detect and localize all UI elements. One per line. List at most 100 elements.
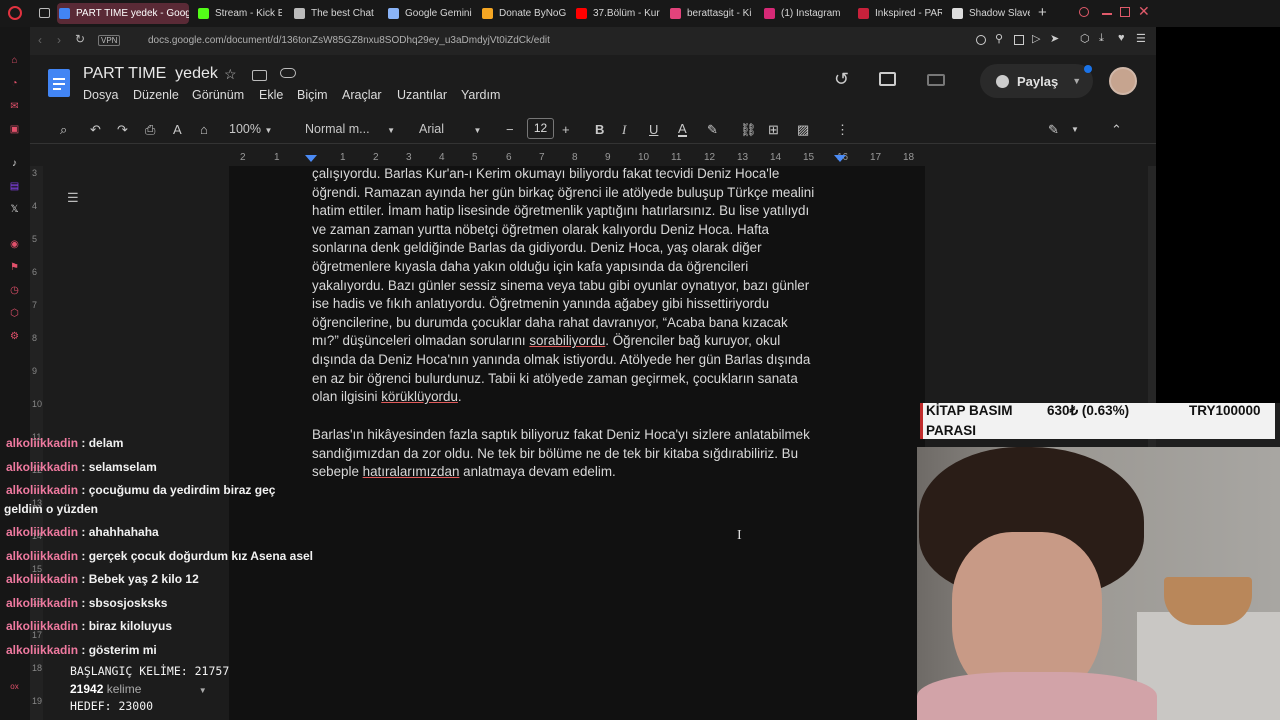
menu-item[interactable]: Uzantılar	[397, 88, 447, 102]
browser-tab[interactable]: Inkspired - PAR	[856, 3, 942, 24]
heart-icon[interactable]: ♥	[1118, 32, 1125, 44]
zoom-select[interactable]: 100% ▼	[229, 122, 272, 136]
collapse-menus-icon[interactable]: ⌃	[1111, 122, 1122, 138]
share-button[interactable]: Paylaş ▼	[980, 64, 1093, 98]
chevron-down-icon[interactable]: ▼	[1071, 125, 1079, 134]
comments-icon[interactable]	[879, 72, 896, 86]
chat-username[interactable]: alkoliikkadin	[6, 619, 78, 633]
undo-icon[interactable]: ↶	[90, 122, 101, 138]
extensions-icon[interactable]: ⬡	[8, 307, 21, 320]
reload-icon[interactable]: ↻	[75, 32, 85, 46]
document-title[interactable]: PART TIME yedek	[83, 65, 218, 83]
chat-username[interactable]: alkoliikkadin	[6, 596, 78, 610]
menu-item[interactable]: Yardım	[461, 88, 500, 102]
font-select[interactable]: Arial ▼	[419, 122, 481, 136]
docs-logo-icon[interactable]	[48, 69, 70, 97]
settings-icon[interactable]: ⚙	[8, 330, 21, 343]
editing-mode-icon[interactable]: ✎	[1048, 122, 1059, 138]
move-folder-icon[interactable]	[252, 70, 267, 81]
bold-icon[interactable]: B	[595, 122, 604, 137]
current-word-count[interactable]: 21942 kelime ▼	[70, 682, 229, 699]
more-icon[interactable]: ox	[8, 680, 21, 693]
increase-font-size-icon[interactable]: +	[562, 122, 570, 137]
menu-icon[interactable]: ☰	[1136, 32, 1146, 45]
paint-format-icon[interactable]: ⌂	[200, 122, 208, 137]
play-icon[interactable]: ▷	[1032, 32, 1040, 45]
search-menus-icon[interactable]: ⌕	[60, 122, 67, 138]
add-comment-icon[interactable]: ⊞	[768, 122, 779, 138]
menu-item[interactable]: Ekle	[259, 88, 283, 102]
version-history-icon[interactable]: ↺	[834, 69, 849, 90]
menu-item[interactable]: Biçim	[297, 88, 328, 102]
outline-icon[interactable]: ☰	[67, 190, 79, 206]
decrease-font-size-icon[interactable]: −	[506, 122, 514, 137]
redo-icon[interactable]: ↷	[117, 122, 128, 138]
menu-item[interactable]: Dosya	[83, 88, 118, 102]
browser-tab[interactable]: berattasgit - Ki	[668, 3, 754, 24]
browser-tab[interactable]: Shadow Slave	[950, 3, 1030, 24]
avatar[interactable]	[1109, 67, 1137, 95]
browser-tab[interactable]: Stream - Kick E	[196, 3, 282, 24]
browser-tab[interactable]: Google Gemini	[386, 3, 474, 24]
chat-username[interactable]: alkoliikkadin	[6, 436, 78, 450]
insert-image-icon[interactable]: ▨	[797, 122, 809, 138]
right-indent-marker[interactable]	[834, 155, 846, 162]
zoom-icon[interactable]	[976, 35, 986, 45]
opera-logo-icon[interactable]	[8, 6, 22, 20]
text-color-icon[interactable]: A	[678, 122, 687, 137]
chat-username[interactable]: alkoliikkadin	[6, 549, 78, 563]
spellcheck-icon[interactable]: A	[173, 122, 182, 137]
forward-icon[interactable]: ›	[57, 33, 61, 47]
browser-tab[interactable]: PART TIME yedek - Goog	[57, 3, 189, 24]
menu-item[interactable]: Görünüm	[192, 88, 244, 102]
tiktok-icon[interactable]: ♪	[8, 157, 21, 170]
download-icon[interactable]: ⤓	[1099, 32, 1104, 45]
x-icon[interactable]: 𝕏	[8, 203, 21, 216]
more-options-icon[interactable]: ⋮	[836, 122, 849, 138]
left-indent-marker[interactable]	[305, 155, 317, 162]
chat-username[interactable]: alkoliikkadin	[6, 483, 78, 497]
snapshot-icon[interactable]	[1014, 35, 1024, 45]
spelling-error[interactable]: hatıralarımızdan	[363, 464, 460, 479]
wallet-icon[interactable]: ▣	[8, 123, 21, 136]
chat-username[interactable]: alkoliikkadin	[6, 572, 78, 586]
highlight-icon[interactable]: ✎	[707, 122, 718, 138]
twitch-icon[interactable]: ▤	[8, 180, 21, 193]
style-select[interactable]: Normal m... ▼	[305, 122, 395, 136]
url-text[interactable]: docs.google.com/document/d/136tonZsW85GZ…	[148, 35, 550, 46]
new-tab-button[interactable]: +	[1038, 4, 1047, 21]
menu-item[interactable]: Araçlar	[342, 88, 382, 102]
star-icon[interactable]: ☆	[224, 66, 237, 83]
messenger-icon[interactable]: ✉	[8, 100, 21, 113]
chat-username[interactable]: alkoliikkadin	[6, 460, 78, 474]
browser-tab[interactable]: The best Chat	[292, 3, 378, 24]
spelling-error[interactable]: sorabiliyordu	[529, 333, 605, 348]
back-icon[interactable]: ‹	[38, 33, 42, 47]
menu-item[interactable]: Düzenle	[133, 88, 179, 102]
pin-icon[interactable]: ⚲	[995, 32, 1003, 45]
send-icon[interactable]: ➤	[1050, 32, 1059, 45]
chat-username[interactable]: alkoliikkadin	[6, 525, 78, 539]
search-tabs-icon[interactable]	[1079, 7, 1089, 17]
player-icon[interactable]: ◉	[8, 238, 21, 251]
pinboard-icon[interactable]: ⚑	[8, 261, 21, 274]
cloud-status-icon[interactable]	[280, 68, 296, 78]
close-window-icon[interactable]: ✕	[1138, 3, 1150, 20]
history-icon[interactable]: ◷	[8, 284, 21, 297]
maximize-icon[interactable]	[1120, 7, 1130, 17]
link-icon[interactable]: ⛓	[740, 122, 757, 138]
font-size-input[interactable]: 12	[527, 118, 554, 139]
meet-icon[interactable]	[927, 74, 945, 86]
italic-icon[interactable]: I	[622, 122, 626, 138]
browser-tab[interactable]: Donate ByNoG	[480, 3, 566, 24]
chat-username[interactable]: alkoliikkadin	[6, 643, 78, 657]
spelling-error[interactable]: körüklüyordu	[381, 389, 458, 404]
extension-icon[interactable]: ⬡	[1080, 32, 1090, 45]
print-icon[interactable]: ⎙	[145, 122, 155, 138]
home-icon[interactable]: ⌂	[8, 54, 21, 67]
underline-icon[interactable]: U	[649, 122, 658, 137]
browser-tab[interactable]: (1) Instagram	[762, 3, 848, 24]
minimize-icon[interactable]	[1102, 13, 1112, 15]
workspaces-icon[interactable]	[39, 8, 50, 18]
vpn-badge[interactable]: VPN	[98, 35, 121, 46]
